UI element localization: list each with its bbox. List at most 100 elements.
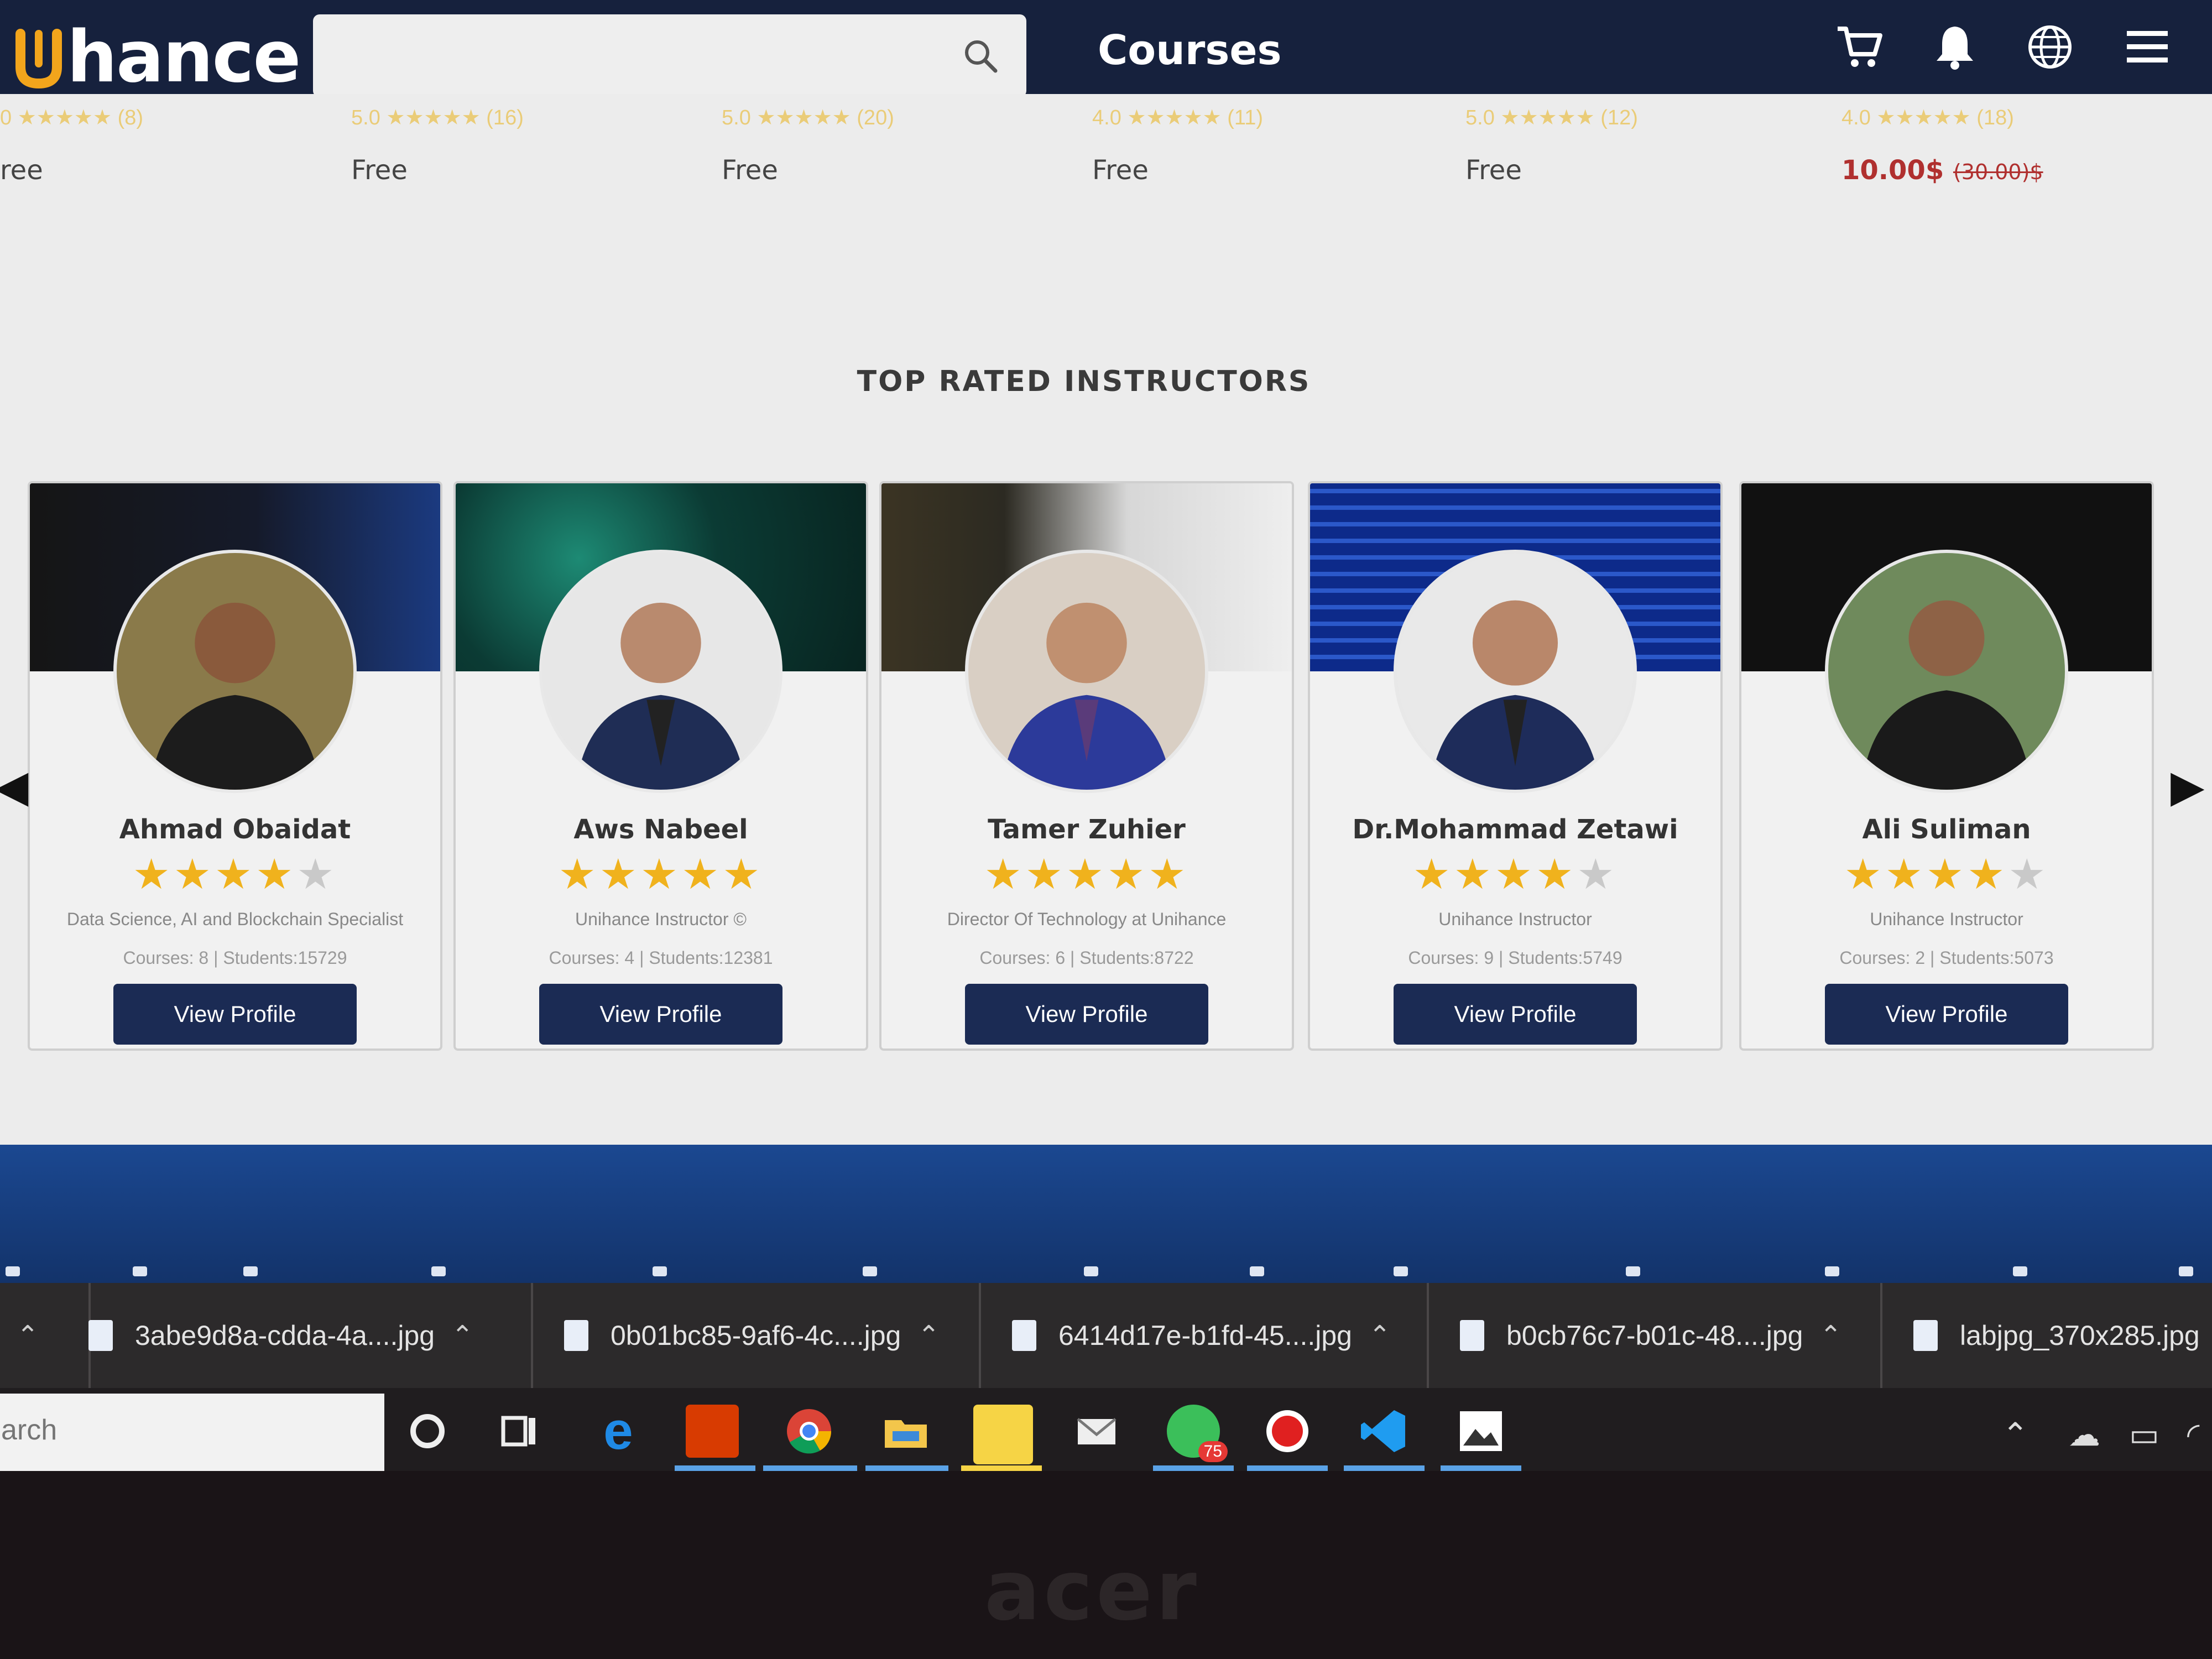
file-icon — [564, 1320, 588, 1351]
taskbar-search[interactable] — [0, 1394, 384, 1471]
file-explorer-icon[interactable] — [879, 1405, 932, 1458]
menu-icon[interactable] — [2122, 22, 2172, 72]
star-icon: ★ — [1066, 851, 1108, 898]
download-filename: 0b01bc85-9af6-4c....jpg — [611, 1320, 901, 1351]
download-item[interactable]: 0b01bc85-9af6-4c....jpg ⌃ — [542, 1283, 981, 1388]
file-icon — [1460, 1320, 1484, 1351]
footer-dot — [1626, 1266, 1640, 1276]
active-app-indicator — [865, 1465, 948, 1471]
task-view-icon[interactable] — [492, 1405, 545, 1458]
file-icon — [1012, 1320, 1036, 1351]
course-rating: 5.0 ★★★★★ (16) — [351, 106, 524, 129]
star-icon: ★ — [1536, 851, 1577, 898]
star-icon: ★ — [1148, 851, 1190, 898]
download-item[interactable]: 3abe9d8a-cdda-4a....jpg ⌃ — [88, 1283, 533, 1388]
view-profile-button[interactable]: View Profile — [539, 984, 782, 1045]
course-price: 10.00$ (30.00)$ — [1841, 155, 2043, 186]
download-item[interactable]: b0cb76c7-b01c-48....jpg ⌃ — [1438, 1283, 1882, 1388]
view-profile-button[interactable]: View Profile — [1825, 984, 2068, 1045]
active-app-indicator — [675, 1465, 755, 1471]
globe-icon[interactable] — [2025, 22, 2075, 72]
avatar[interactable] — [539, 550, 782, 793]
instructor-stats: Courses: 2 | Students:5073 — [1839, 948, 2054, 968]
active-app-indicator — [763, 1465, 857, 1471]
chrome-icon[interactable] — [782, 1405, 836, 1458]
whatsapp-icon[interactable]: 75 — [1167, 1405, 1228, 1462]
active-app-indicator — [1344, 1465, 1425, 1471]
download-item[interactable]: 6414d17e-b1fd-45....jpg ⌃ — [990, 1283, 1429, 1388]
star-icon: ★ — [214, 851, 256, 898]
cloud-icon[interactable]: ☁ — [2068, 1416, 2100, 1453]
download-filename: 6414d17e-b1fd-45....jpg — [1058, 1320, 1352, 1351]
star-icon: ★ — [1926, 851, 1968, 898]
star-rating: ★★★★★ — [456, 854, 866, 896]
footer-dot — [431, 1266, 446, 1276]
star-icon: ★ — [722, 851, 764, 898]
footer-dot — [133, 1266, 147, 1276]
star-empty-icon: ★ — [1577, 851, 1618, 898]
mail-icon[interactable] — [1070, 1405, 1123, 1458]
search-icon[interactable] — [962, 38, 999, 74]
cart-icon[interactable] — [1835, 22, 1885, 72]
taskbar-search-input[interactable] — [0, 1394, 367, 1467]
star-icon: ★ — [1453, 851, 1495, 898]
view-profile-button[interactable]: View Profile — [113, 984, 357, 1045]
download-item[interactable]: labjpg_370x285.jpg — [1891, 1283, 2212, 1388]
course-rating: 0 ★★★★★ (8) — [0, 106, 144, 129]
chevron-up-icon[interactable]: ⌃ — [17, 1320, 39, 1351]
instructor-stats: Courses: 9 | Students:5749 — [1408, 948, 1623, 968]
carousel-next-icon[interactable]: ▶ — [2171, 760, 2205, 812]
course-rating: 5.0 ★★★★★ (12) — [1465, 106, 1638, 129]
instructor-stats: Courses: 8 | Students:15729 — [123, 948, 347, 968]
instructor-card: Ali Suliman ★★★★★ Unihance Instructor Co… — [1739, 481, 2154, 1051]
downloads-bar: ⌃ 3abe9d8a-cdda-4a....jpg ⌃ 0b01bc85-9af… — [0, 1283, 2212, 1388]
site-logo[interactable]: hance — [14, 15, 301, 98]
page-content: 0 ★★★★★ (8) ree 5.0 ★★★★★ (16) Free 5.0 … — [0, 94, 2212, 1145]
section-title: TOP RATED INSTRUCTORS — [857, 365, 1311, 398]
vscode-icon[interactable] — [1358, 1405, 1411, 1458]
footer-dots — [0, 1266, 2212, 1283]
instructor-role: Director Of Technology at Unihance — [947, 909, 1227, 929]
instructor-card: Tamer Zuhier ★★★★★ Director Of Technolog… — [879, 481, 1294, 1051]
nav-courses-link[interactable]: Courses — [1098, 27, 1282, 74]
avatar[interactable] — [1394, 550, 1637, 793]
star-icon: ★ — [1412, 851, 1454, 898]
chevron-up-icon[interactable]: ⌃ — [1369, 1320, 1391, 1351]
bell-icon[interactable] — [1930, 22, 1980, 72]
show-hidden-icons-icon[interactable]: ⌃ — [2002, 1416, 2029, 1453]
footer-dot — [1084, 1266, 1098, 1276]
star-empty-icon: ★ — [2008, 851, 2049, 898]
sticky-notes-icon[interactable] — [973, 1405, 1033, 1464]
star-icon: ★ — [255, 851, 297, 898]
notification-badge: 75 — [1198, 1441, 1228, 1462]
avatar[interactable] — [113, 550, 357, 793]
carousel-prev-icon[interactable]: ◀ — [0, 760, 29, 812]
star-icon: ★ — [132, 851, 174, 898]
view-profile-button[interactable]: View Profile — [965, 984, 1208, 1045]
course-price: ree — [0, 155, 43, 186]
downloads-scroll[interactable]: ⌃ — [0, 1283, 91, 1388]
star-rating: ★★★★★ — [30, 854, 440, 896]
search-box[interactable] — [313, 14, 1026, 97]
footer-dot — [1394, 1266, 1408, 1276]
avatar[interactable] — [1825, 550, 2068, 793]
chevron-up-icon[interactable]: ⌃ — [1819, 1320, 1841, 1351]
chevron-up-icon[interactable]: ⌃ — [451, 1320, 473, 1351]
search-input[interactable] — [330, 14, 940, 93]
footer-dot — [1825, 1266, 1839, 1276]
avatar[interactable] — [965, 550, 1208, 793]
instructor-name: Aws Nabeel — [573, 814, 748, 845]
cortana-icon[interactable] — [401, 1405, 454, 1458]
edge-icon[interactable]: e — [592, 1405, 645, 1458]
wifi-icon[interactable]: ◜ — [2187, 1416, 2199, 1453]
footer-dot — [863, 1266, 877, 1276]
record-icon[interactable] — [1261, 1405, 1314, 1458]
office-icon[interactable] — [686, 1405, 739, 1458]
view-profile-button[interactable]: View Profile — [1394, 984, 1637, 1045]
chevron-up-icon[interactable]: ⌃ — [917, 1320, 940, 1351]
battery-icon[interactable]: ▭ — [2129, 1416, 2159, 1453]
download-filename: 3abe9d8a-cdda-4a....jpg — [135, 1320, 435, 1351]
footer-dot — [2013, 1266, 2027, 1276]
footer-dot — [1250, 1266, 1264, 1276]
photos-icon[interactable] — [1454, 1405, 1507, 1458]
